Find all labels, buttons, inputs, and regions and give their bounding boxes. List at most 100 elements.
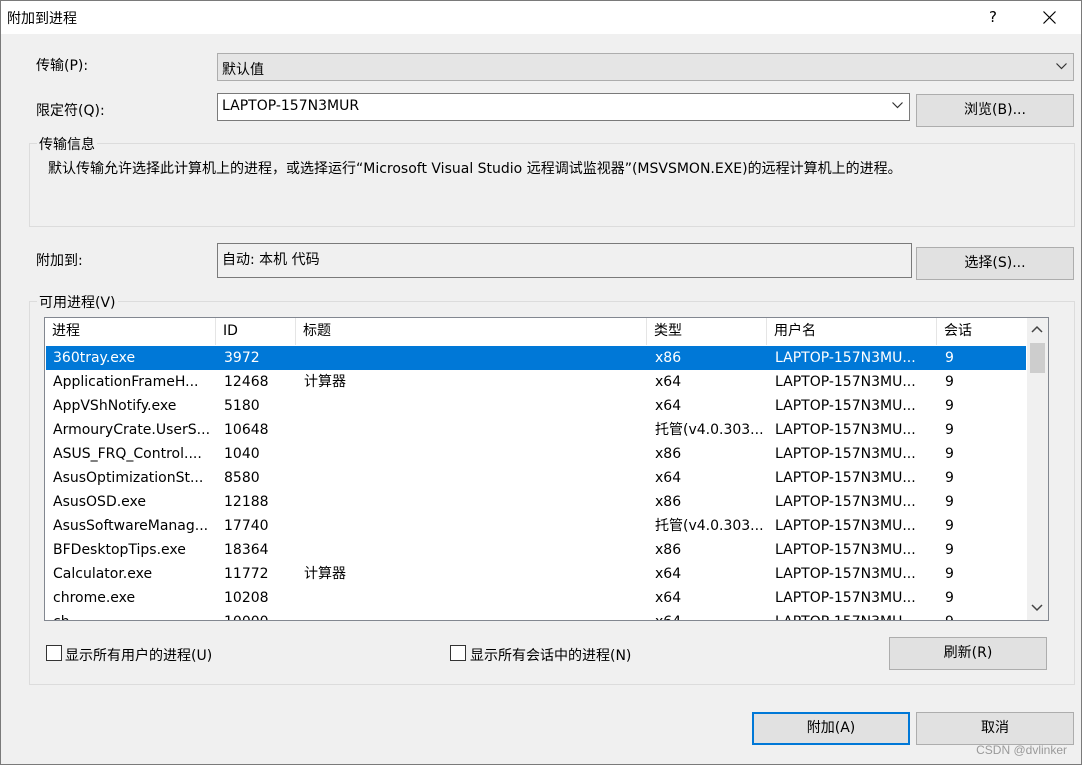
table-row[interactable]: AsusSoftwareManag... 17740 托管(v4.0.303... L… <box>46 514 1026 538</box>
help-button[interactable]: ? <box>976 2 1010 32</box>
cell-id: 11772 <box>224 566 269 582</box>
cell-process: BFDesktopTips.exe <box>53 542 186 558</box>
cell-session: 9 <box>945 590 954 606</box>
attach-to-process-dialog: 附加到进程 ? 传输(P): 默认值 限定符(Q): LAPTOP-157N3M… <box>0 0 1082 765</box>
cell-session: 9 <box>945 398 954 414</box>
cell-process: 360tray.exe <box>53 350 136 366</box>
cell-title <box>297 466 648 490</box>
cell-title <box>297 490 648 514</box>
cell-username: LAPTOP-157N3MU... <box>775 566 916 582</box>
table-row[interactable]: BFDesktopTips.exe 18364 x86 LAPTOP-157N3MU.… <box>46 538 1026 562</box>
cell-type: 托管(v4.0.303... <box>655 518 764 534</box>
show-all-users-checkbox[interactable] <box>46 645 62 661</box>
column-header-username[interactable]: 用户名 <box>767 318 937 345</box>
transport-dropdown[interactable]: 默认值 <box>217 53 1074 81</box>
refresh-button[interactable]: 刷新(R) <box>889 637 1047 670</box>
scroll-up-icon[interactable] <box>1031 325 1043 333</box>
table-row[interactable]: 360tray.exe 3972 x86 LAPTOP-157N3MU... 9 <box>46 346 1026 370</box>
cell-session: 9 <box>945 518 954 534</box>
cell-process: ArmouryCrate.UserS... <box>53 422 211 438</box>
cancel-button[interactable]: 取消 <box>916 712 1074 745</box>
table-row[interactable]: chrome.exe 10208 x64 LAPTOP-157N3MU... 9 <box>46 586 1026 610</box>
cell-process: AsusOSD.exe <box>53 494 147 510</box>
window-title: 附加到进程 <box>7 11 77 27</box>
attach-to-label: 附加到: <box>36 253 83 269</box>
table-row[interactable]: AppVShNotify.exe 5180 x64 LAPTOP-157N3MU...… <box>46 394 1026 418</box>
cell-title <box>297 442 648 466</box>
cell-title <box>297 538 648 562</box>
process-list-header: 进程 ID 标题 类型 用户名 会话 <box>45 318 1025 345</box>
attach-to-field: 自动: 本机 代码 <box>217 243 912 278</box>
cell-username: LAPTOP-157N3MU... <box>775 518 916 534</box>
scrollbar-thumb[interactable] <box>1030 343 1045 373</box>
qualifier-label: 限定符(Q): <box>36 103 105 119</box>
cell-type: x86 <box>655 542 682 558</box>
cell-username: LAPTOP-157N3MU... <box>775 470 916 486</box>
cell-session: 9 <box>945 446 954 462</box>
cell-id: 5180 <box>224 398 260 414</box>
cell-title <box>297 346 648 370</box>
table-row[interactable]: Calculator.exe 11772 计算器 x64 LAPTOP-157N3MU.… <box>46 562 1026 586</box>
cell-process: ch... <box>46 610 217 620</box>
watermark: CSDN @dvlinker <box>976 743 1067 757</box>
column-header-id[interactable]: ID <box>216 318 296 345</box>
qualifier-combobox[interactable]: LAPTOP-157N3MUR <box>217 93 910 121</box>
table-row[interactable]: AsusOptimizationSt... 8580 x64 LAPTOP-157N3… <box>46 466 1026 490</box>
cell-type: x86 <box>655 494 682 510</box>
cell-type: x86 <box>655 446 682 462</box>
process-list[interactable]: 进程 ID 标题 类型 用户名 会话 360tray.exe 3972 x86 LAP… <box>44 317 1049 621</box>
cell-session: 9 <box>945 422 954 438</box>
process-list-scrollbar[interactable] <box>1027 318 1048 620</box>
chevron-down-icon <box>892 102 903 109</box>
available-processes-caption: 可用进程(V) <box>37 292 118 312</box>
cell-username: LAPTOP-157N3MU... <box>775 446 916 462</box>
cell-type: x64 <box>648 610 768 620</box>
cell-type: 托管(v4.0.303... <box>655 422 764 438</box>
cell-id: 10000 <box>217 610 297 620</box>
column-header-session[interactable]: 会话 <box>937 318 1025 345</box>
cell-type: x86 <box>655 350 682 366</box>
cell-title <box>297 514 648 538</box>
cell-process: AsusSoftwareManag... <box>53 518 209 534</box>
qualifier-value: LAPTOP-157N3MUR <box>222 98 360 114</box>
cell-type: x64 <box>655 470 682 486</box>
cell-process: Calculator.exe <box>53 566 153 582</box>
table-row[interactable]: ApplicationFrameH... 12468 计算器 x64 LAPTOP-15… <box>46 370 1026 394</box>
cell-type: x64 <box>655 398 682 414</box>
cell-id: 10208 <box>224 590 269 606</box>
column-header-title[interactable]: 标题 <box>296 318 647 345</box>
table-row[interactable]: ch...10000 x64LAPTOP-157N3MU...9 <box>46 610 1026 620</box>
table-row[interactable]: ASUS_FRQ_Control.... 1040 x86 LAPTOP-157N3M… <box>46 442 1026 466</box>
cell-process: ASUS_FRQ_Control.... <box>53 446 202 462</box>
close-button[interactable] <box>1026 2 1072 32</box>
cell-id: 8580 <box>224 470 260 486</box>
attach-button[interactable]: 附加(A) <box>752 712 910 745</box>
scroll-down-icon[interactable] <box>1031 604 1043 612</box>
select-code-type-button[interactable]: 选择(S)... <box>916 247 1074 280</box>
show-all-sessions-checkbox[interactable] <box>450 645 466 661</box>
transport-info-text: 默认传输允许选择此计算机上的进程，或选择运行“Microsoft Visual … <box>48 161 902 177</box>
cell-process: AsusOptimizationSt... <box>53 470 204 486</box>
cell-username: LAPTOP-157N3MU... <box>775 422 916 438</box>
cell-id: 18364 <box>224 542 269 558</box>
cell-username: LAPTOP-157N3MU... <box>775 350 916 366</box>
chevron-down-icon <box>1056 63 1067 70</box>
cell-type: x64 <box>655 590 682 606</box>
column-header-process[interactable]: 进程 <box>45 318 216 345</box>
cell-process: AppVShNotify.exe <box>53 398 177 414</box>
close-icon <box>1043 11 1056 24</box>
cell-title <box>297 418 648 442</box>
cell-process: chrome.exe <box>53 590 136 606</box>
cell-session: 9 <box>945 542 954 558</box>
table-row[interactable]: AsusOSD.exe 12188 x86 LAPTOP-157N3MU... 9 <box>46 490 1026 514</box>
cell-id: 12468 <box>224 374 269 390</box>
title-bar: 附加到进程 ? <box>1 1 1081 34</box>
transport-info-group <box>29 143 1075 227</box>
cell-title <box>297 394 648 418</box>
cell-username: LAPTOP-157N3MU... <box>775 398 916 414</box>
browse-button[interactable]: 浏览(B)... <box>916 94 1074 127</box>
cell-username: LAPTOP-157N3MU... <box>768 610 938 620</box>
table-row[interactable]: ArmouryCrate.UserS... 10648 托管(v4.0.303...… <box>46 418 1026 442</box>
cell-title: 计算器 <box>304 566 346 582</box>
column-header-type[interactable]: 类型 <box>647 318 767 345</box>
